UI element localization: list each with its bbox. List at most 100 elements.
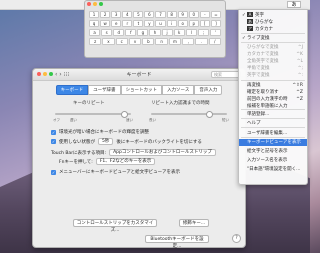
menu-item[interactable]: 入力ソース名を表示 <box>239 157 307 164</box>
keyboard-key[interactable]: u <box>155 20 166 27</box>
keyboard-key[interactable]: a <box>89 29 101 36</box>
menu-item-label: 候補を単語帳に入力 <box>247 104 288 109</box>
delay-slider-thumb[interactable] <box>206 111 213 118</box>
keyboard-key[interactable]: 3 <box>111 11 122 18</box>
menu-item[interactable]: 前回の入力漢字の時 ^Z <box>239 96 307 103</box>
tab-user-dictionary[interactable]: ユーザ辞書 <box>88 85 121 95</box>
menu-item: 英字で変換 ^: <box>239 72 307 79</box>
keyboard-key[interactable]: . <box>195 38 208 45</box>
menu-item[interactable]: あひらがな <box>239 19 307 26</box>
menu-item[interactable]: ヘルプ <box>239 120 307 127</box>
keyboard-key[interactable]: 7 <box>155 11 166 18</box>
menu-item[interactable]: 確定を取り消す ^Z <box>239 89 307 96</box>
keyboard-key[interactable]: = <box>210 11 221 18</box>
keyboard-key[interactable]: ' <box>209 29 222 36</box>
keyboard-key[interactable]: 1 <box>89 11 100 18</box>
menu-item[interactable]: アカタカナ <box>239 26 307 33</box>
bluetooth-keyboard-button[interactable]: Bluetoothキーボードを設定... <box>145 235 209 249</box>
keyboard-key[interactable]: j <box>161 29 173 36</box>
key-repeat-slider-thumb[interactable] <box>121 111 128 118</box>
keyboard-key[interactable]: 8 <box>166 11 177 18</box>
keyboard-key[interactable]: 6 <box>144 11 155 18</box>
keyboard-key[interactable]: ; <box>197 29 209 36</box>
tab-dictation[interactable]: 音声入力 <box>194 85 223 95</box>
keyboard-key[interactable]: 9 <box>177 11 188 18</box>
menu-item-label: 全角英字で変換 <box>247 59 279 64</box>
keyboard-key[interactable]: l <box>185 29 197 36</box>
menu-item-label: ライブ変換 <box>247 36 270 41</box>
fn-dropdown[interactable]: F1、F2などのキーを表示 <box>95 158 156 165</box>
menu-item[interactable]: ユーザ辞書を編集... <box>239 130 307 137</box>
keyboard-key[interactable]: k <box>173 29 185 36</box>
menu-shortcut: ^: <box>297 73 303 78</box>
menu-item[interactable]: 再変換 ^⇧R <box>239 82 307 89</box>
backlight-timeout-dropdown[interactable]: 5秒 <box>98 138 114 145</box>
key-repeat-slider[interactable] <box>55 111 131 118</box>
keyboard-key[interactable]: d <box>113 29 125 36</box>
adjust-brightness-row[interactable]: ✓ 環境光が暗い場合にキーボードの輝度を調整 <box>51 129 149 135</box>
keyboard-key[interactable]: / <box>208 38 221 45</box>
input-menu-icon[interactable]: あ <box>287 1 301 8</box>
keyboard-key[interactable]: b <box>142 38 155 45</box>
modifier-keys-button[interactable]: 修飾キー... <box>179 219 209 227</box>
checkmark-icon: ✓ <box>242 36 246 41</box>
keyboard-key[interactable]: f <box>125 29 137 36</box>
keyboard-key[interactable]: x <box>102 38 115 45</box>
keyboard-key[interactable]: c <box>115 38 128 45</box>
minimize-button[interactable] <box>93 2 97 6</box>
zoom-button[interactable] <box>99 2 103 6</box>
close-button[interactable] <box>87 2 91 6</box>
keyboard-key[interactable]: n <box>155 38 168 45</box>
keyboard-key[interactable]: 2 <box>100 11 111 18</box>
slider-tick-label: オフ <box>53 118 60 122</box>
menu-separator <box>241 33 305 34</box>
keyboard-key[interactable]: q <box>89 20 100 27</box>
keyboard-key[interactable]: t <box>133 20 144 27</box>
keyboard-key[interactable]: g <box>137 29 149 36</box>
keyboard-key[interactable]: ] <box>210 20 221 27</box>
menu-item[interactable]: "日本語"環境設定を開く... <box>239 166 307 173</box>
keyboard-key[interactable]: 5 <box>133 11 144 18</box>
keyboard-key[interactable]: e <box>111 20 122 27</box>
show-viewers-row[interactable]: ✓ メニューバーにキーボードビューアと絵文字ビューアを表示 <box>51 169 180 175</box>
tab-input-sources[interactable]: 入力ソース <box>162 85 195 95</box>
keyboard-key[interactable]: m <box>168 38 182 45</box>
menu-item-label: 単語登録... <box>247 112 270 117</box>
keyboard-key[interactable]: o <box>177 20 188 27</box>
input-source-icon: あ <box>247 19 253 24</box>
keyboard-key[interactable]: - <box>199 11 210 18</box>
menu-item[interactable]: 候補を単語帳に入力 <box>239 103 307 110</box>
keyboard-key[interactable]: p <box>188 20 199 27</box>
menu-item: 全角英字で変換 ^L <box>239 58 307 65</box>
keyboard-key[interactable]: r <box>122 20 133 27</box>
menu-item[interactable]: ✓ A 英字 <box>239 12 307 19</box>
keyboard-key[interactable]: 0 <box>188 11 199 18</box>
checkbox-checked-icon[interactable]: ✓ <box>51 169 56 175</box>
keyboard-key[interactable]: w <box>100 20 111 27</box>
menu-item[interactable]: ✓ ライブ変換 <box>239 35 307 42</box>
tab-keyboard[interactable]: キーボード <box>55 85 89 95</box>
keyboard-key[interactable]: y <box>144 20 155 27</box>
keyboard-key[interactable]: [ <box>199 20 210 27</box>
input-source-icon: A <box>247 12 253 17</box>
tab-shortcuts[interactable]: ショートカット <box>120 85 163 95</box>
menu-item-label: カタカナで変換 <box>247 52 279 57</box>
touchbar-dropdown[interactable]: Appコントロールおよびコントロールストリップ <box>109 149 216 156</box>
keyboard-key[interactable]: s <box>101 29 113 36</box>
keyboard-key[interactable]: v <box>128 38 142 45</box>
keyboard-key[interactable]: i <box>166 20 177 27</box>
backlight-off-row[interactable]: ✓ 使用しない状態が 5秒 後にキーボードのバックライトを切にする <box>51 138 202 145</box>
help-button[interactable]: ? <box>232 234 241 243</box>
checkbox-checked-icon[interactable]: ✓ <box>51 129 56 135</box>
keyboard-key[interactable]: , <box>182 38 195 45</box>
checkbox-checked-icon[interactable]: ✓ <box>51 139 56 144</box>
search-input[interactable]: 検索 <box>211 71 241 78</box>
customize-control-strip-button[interactable]: コントロールストリップをカスタマイズ... <box>73 219 157 233</box>
keyboard-key[interactable]: h <box>149 29 161 36</box>
keyboard-key[interactable]: 4 <box>122 11 133 18</box>
menu-item[interactable]: キーボードビューアを表示 <box>239 139 307 146</box>
menu-item[interactable]: 絵文字と記号を表示 <box>239 148 307 155</box>
keyboard-key[interactable]: z <box>89 38 102 45</box>
menu-item[interactable]: 単語登録... <box>239 111 307 118</box>
delay-slider[interactable] <box>151 111 227 118</box>
